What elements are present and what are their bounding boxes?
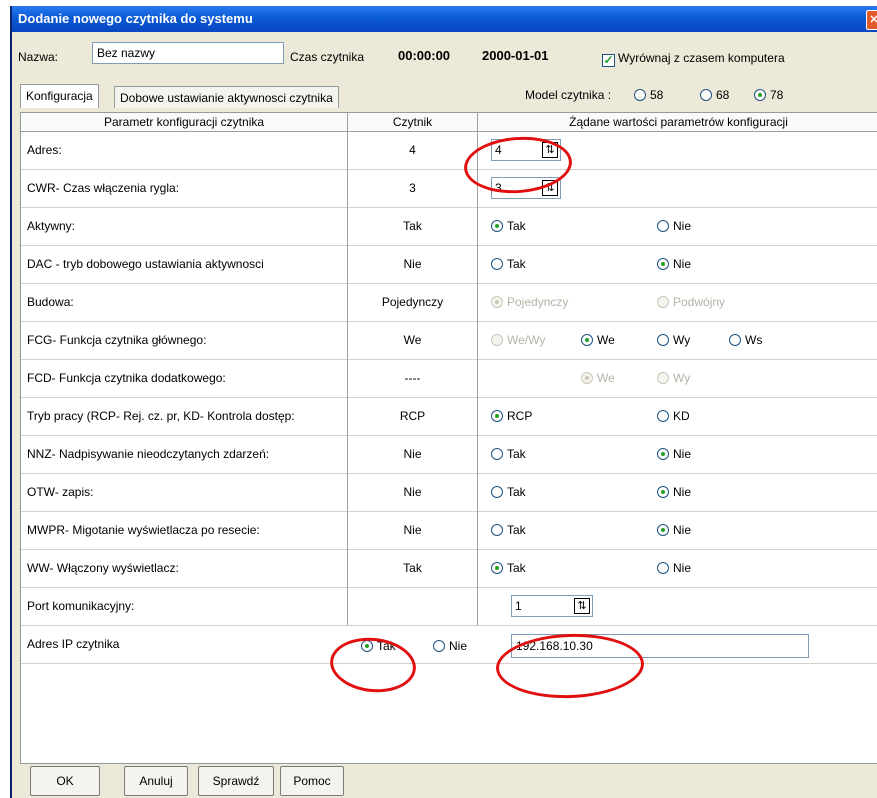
radio-pojedynczy[interactable]: Pojedynczy: [491, 295, 568, 309]
radio-tak[interactable]: Tak: [491, 485, 526, 499]
table-row: OTW- zapis: Nie Tak Nie: [21, 473, 877, 512]
param-label: MWPR- Migotanie wyświetlacza po resecie:: [21, 511, 348, 549]
reader-value: Nie: [348, 473, 478, 511]
param-label: Adres IP czytnika: [27, 637, 120, 651]
model-radio-78[interactable]: 78: [754, 88, 783, 102]
check-button[interactable]: Sprawdź: [198, 766, 274, 796]
help-button[interactable]: Pomoc: [280, 766, 344, 796]
table-row: Adres: 4 4 ⇅: [21, 131, 877, 170]
radio-we[interactable]: We: [581, 371, 615, 385]
window-title: Dodanie nowego czytnika do systemu: [18, 11, 253, 26]
header-reader: Czytnik: [348, 113, 478, 131]
table-row: FCD- Funkcja czytnika dodatkowego: ---- …: [21, 359, 877, 398]
reader-value: Pojedynczy: [348, 283, 478, 321]
param-label: FCD- Funkcja czytnika dodatkowego:: [21, 359, 348, 397]
close-icon[interactable]: ✕: [866, 10, 877, 30]
param-label: Budowa:: [21, 283, 348, 321]
tab-konfiguracja[interactable]: Konfiguracja: [20, 84, 99, 108]
radio-wy[interactable]: Wy: [657, 333, 690, 347]
radio-tak[interactable]: Tak: [491, 257, 526, 271]
radio-tak[interactable]: Tak: [491, 219, 526, 233]
tab-dobowe[interactable]: Dobowe ustawianie aktywnosci czytnika: [114, 86, 339, 108]
table-row: Budowa: Pojedynczy Pojedynczy Podwójny: [21, 283, 877, 322]
radio-rcp[interactable]: RCP: [491, 409, 532, 423]
table-row: DAC - tryb dobowego ustawiania aktywnosc…: [21, 245, 877, 284]
reader-value: Nie: [348, 435, 478, 473]
header-values: Żądane wartości parametrów konfiguracji: [569, 115, 788, 129]
title-bar: Dodanie nowego czytnika do systemu ✕: [12, 6, 877, 32]
radio-nie[interactable]: Nie: [657, 561, 691, 575]
table-row: CWR- Czas włączenia rygla: 3 3 ⇅: [21, 169, 877, 208]
param-label: Port komunikacyjny:: [21, 587, 348, 625]
header-param: Parametr konfiguracji czytnika: [21, 113, 348, 131]
table-row: Port komunikacyjny: 1 ⇅: [21, 587, 877, 626]
time-label: Czas czytnika: [290, 50, 365, 64]
table-row: MWPR- Migotanie wyświetlacza po resecie:…: [21, 511, 877, 550]
radio-nie[interactable]: Nie: [657, 523, 691, 537]
ip-radio-nie[interactable]: Nie: [433, 639, 467, 653]
reader-value: Nie: [348, 511, 478, 549]
reader-value: ----: [348, 359, 478, 397]
radio-tak[interactable]: Tak: [491, 523, 526, 537]
param-label: DAC - tryb dobowego ustawiania aktywnosc…: [21, 245, 348, 283]
model-radio-68[interactable]: 68: [700, 88, 729, 102]
table-row: WW- Włączony wyświetlacz: Tak Tak Nie: [21, 549, 877, 588]
param-label: FCG- Funkcja czytnika głównego:: [21, 321, 348, 359]
radio-nie[interactable]: Nie: [657, 257, 691, 271]
table-header: Parametr konfiguracji czytnika Czytnik Ż…: [21, 113, 877, 132]
sync-label: Wyrównaj z czasem komputera: [618, 51, 785, 65]
radio-kd[interactable]: KD: [657, 409, 690, 423]
port-stepper[interactable]: 1 ⇅: [511, 595, 593, 617]
radio-podwojny[interactable]: Podwójny: [657, 295, 725, 309]
param-label: OTW- zapis:: [21, 473, 348, 511]
updown-icon[interactable]: ⇅: [574, 598, 590, 614]
model-radio-58[interactable]: 58: [634, 88, 663, 102]
table-row: Adres IP czytnika Tak Nie 192.168.10.30: [21, 625, 877, 664]
model-label: Model czytnika :: [525, 88, 612, 102]
reader-value: RCP: [348, 397, 478, 435]
radio-nie[interactable]: Nie: [657, 219, 691, 233]
radio-nie[interactable]: Nie: [657, 447, 691, 461]
radio-we[interactable]: We: [581, 333, 615, 347]
table-row: NNZ- Nadpisywanie nieodczytanych zdarzeń…: [21, 435, 877, 474]
param-label: Tryb pracy (RCP- Rej. cz. pr, KD- Kontro…: [21, 397, 348, 435]
table-row: Aktywny: Tak Tak Nie: [21, 207, 877, 246]
date-value: 2000-01-01: [482, 48, 549, 63]
ok-button[interactable]: OK: [30, 766, 100, 796]
name-label: Nazwa:: [18, 50, 59, 64]
reader-value: [348, 587, 478, 625]
param-label: WW- Włączony wyświetlacz:: [21, 549, 348, 587]
name-input[interactable]: Bez nazwy: [92, 42, 284, 64]
reader-value: 4: [348, 131, 478, 169]
radio-wy[interactable]: Wy: [657, 371, 690, 385]
reader-value: We: [348, 321, 478, 359]
param-label: Adres:: [21, 131, 348, 169]
dialog-window: Dodanie nowego czytnika do systemu ✕ Naz…: [10, 6, 877, 798]
radio-tak[interactable]: Tak: [491, 447, 526, 461]
reader-value: Nie: [348, 245, 478, 283]
table-row: Tryb pracy (RCP- Rej. cz. pr, KD- Kontro…: [21, 397, 877, 436]
sync-checkbox[interactable]: ✓ Wyrównaj z czasem komputera: [602, 51, 785, 67]
radio-ws[interactable]: Ws: [729, 333, 762, 347]
radio-tak[interactable]: Tak: [491, 561, 526, 575]
radio-nie[interactable]: Nie: [657, 485, 691, 499]
param-label: Aktywny:: [21, 207, 348, 245]
reader-value: 3: [348, 169, 478, 207]
reader-value: Tak: [348, 549, 478, 587]
config-table: Parametr konfiguracji czytnika Czytnik Ż…: [20, 112, 877, 764]
time-value: 00:00:00: [398, 48, 451, 63]
param-label: NNZ- Nadpisywanie nieodczytanych zdarzeń…: [21, 435, 348, 473]
param-label: CWR- Czas włączenia rygla:: [21, 169, 348, 207]
radio-we-wy[interactable]: We/Wy: [491, 333, 545, 347]
table-row: FCG- Funkcja czytnika głównego: We We/Wy…: [21, 321, 877, 360]
reader-value: Tak: [348, 207, 478, 245]
check-icon: ✓: [602, 53, 615, 67]
cancel-button[interactable]: Anuluj: [124, 766, 188, 796]
